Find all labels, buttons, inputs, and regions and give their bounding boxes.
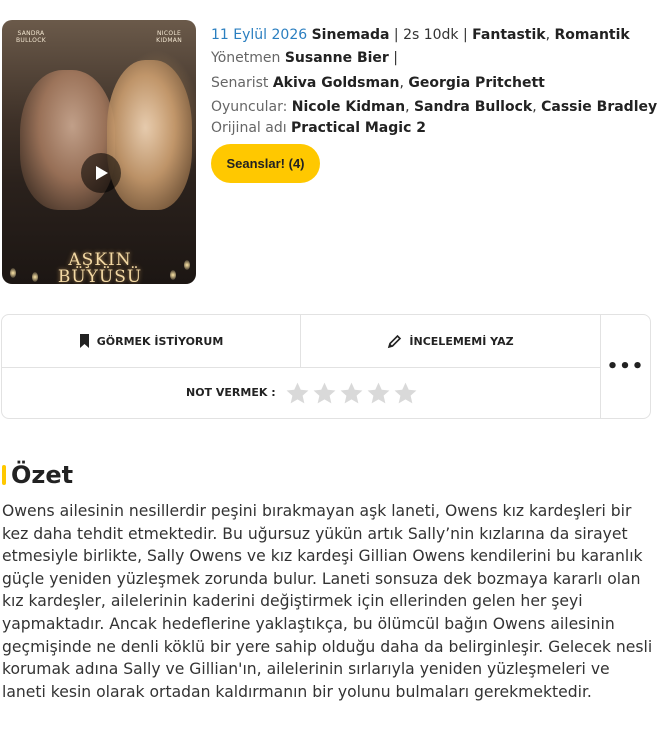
watchlist-label: GÖRMEK İSTİYORUM <box>96 334 224 348</box>
release-row: 11 Eylül 2026 Sinemada | 2s 10dk | Fanta… <box>211 27 630 43</box>
movie-poster[interactable]: SANDRA BULLOCK NICOLE KIDMAN AŞKIN BÜYÜS… <box>2 20 196 284</box>
cast-row: Oyuncular: Nicole Kidman, Sandra Bullock… <box>211 99 658 115</box>
separator: | <box>393 27 399 43</box>
original-title-label: Orijinal adı <box>211 120 287 136</box>
cast-link[interactable]: Cassie Bradley <box>541 99 657 115</box>
release-status: Sinemada <box>311 27 390 43</box>
star-icon[interactable] <box>312 381 339 407</box>
release-date[interactable]: 11 Eylül 2026 <box>211 27 307 43</box>
original-title-row: Orijinal adı Practical Magic 2 <box>211 117 426 139</box>
director-link[interactable]: Susanne Bier <box>285 50 389 66</box>
genre-link[interactable]: Fantastik <box>472 27 545 43</box>
separator: | <box>393 50 398 66</box>
showtimes-button[interactable]: Seanslar! (4) <box>211 144 320 183</box>
cast-label: Oyuncular: <box>211 99 288 115</box>
writer-row: Senarist Akiva Goldsman, Georgia Pritche… <box>211 75 545 91</box>
cast-link[interactable]: Nicole Kidman <box>292 99 405 115</box>
action-box: GÖRMEK İSTİYORUM İNCELEMEMİ YAZ ••• NOT … <box>1 314 651 419</box>
star-icon[interactable] <box>393 381 420 407</box>
genre-link[interactable]: Romantik <box>555 27 630 43</box>
poster-credit-left: SANDRA BULLOCK <box>16 30 46 44</box>
bookmark-icon <box>79 334 89 348</box>
watchlist-button[interactable]: GÖRMEK İSTİYORUM <box>2 315 300 367</box>
duration: 2s 10dk <box>403 27 459 43</box>
candle-icon <box>10 268 16 278</box>
heading-accent-bar <box>2 465 6 485</box>
candle-icon <box>184 260 190 270</box>
separator: | <box>463 27 468 43</box>
play-icon <box>96 166 108 180</box>
rating-stars <box>285 381 420 407</box>
review-label: İNCELEMEMİ YAZ <box>409 334 514 348</box>
cast-link[interactable]: Sandra Bullock <box>414 99 532 115</box>
pencil-icon <box>388 334 402 348</box>
candle-icon <box>32 272 38 282</box>
write-review-button[interactable]: İNCELEMEMİ YAZ <box>301 315 600 367</box>
writer-link[interactable]: Georgia Pritchett <box>408 75 544 91</box>
play-trailer-button[interactable] <box>81 153 121 193</box>
star-icon[interactable] <box>285 381 312 407</box>
director-row: Yönetmen Susanne Bier | <box>211 47 398 69</box>
more-options-button[interactable]: ••• <box>601 315 650 418</box>
rating-label: NOT VERMEK : <box>186 386 276 399</box>
summary-title: Özet <box>11 461 74 489</box>
star-icon[interactable] <box>366 381 393 407</box>
candle-icon <box>170 270 176 280</box>
star-icon[interactable] <box>339 381 366 407</box>
director-label: Yönetmen <box>211 50 281 66</box>
poster-figure-right <box>107 60 192 210</box>
original-title: Practical Magic 2 <box>291 120 426 136</box>
writer-link[interactable]: Akiva Goldsman <box>273 75 400 91</box>
summary-heading: Özet <box>2 459 73 491</box>
summary-text: Owens ailesinin nesillerdir peşini bırak… <box>2 502 653 701</box>
poster-title-art: AŞKIN BÜYÜSÜ <box>57 250 143 285</box>
writer-label: Senarist <box>211 75 269 91</box>
rating-row: NOT VERMEK : <box>2 368 600 418</box>
poster-credit-right: NICOLE KIDMAN <box>156 30 182 44</box>
